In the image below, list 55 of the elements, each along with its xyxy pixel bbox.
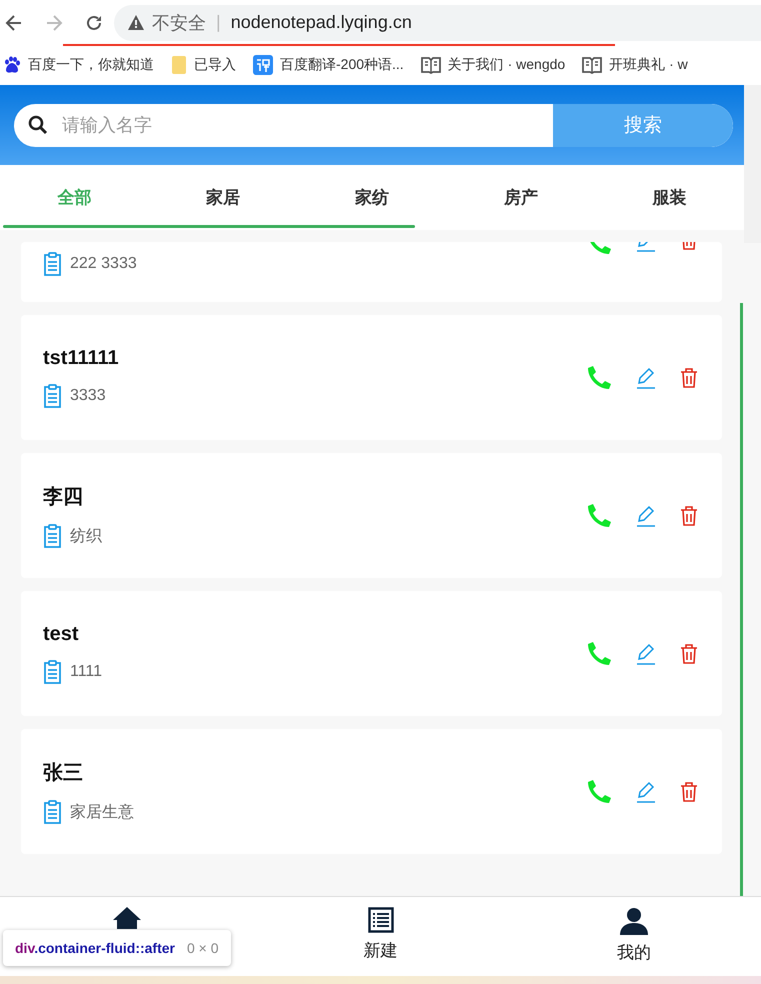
contact-name: tst11111 [43, 347, 120, 370]
phone-icon[interactable] [586, 778, 612, 804]
bookmark[interactable]: 关于我们 · wengdo [420, 56, 566, 74]
folder-icon [171, 55, 187, 75]
nav-label[interactable]: 新建 [364, 939, 398, 962]
url-text[interactable]: nodenotepad.lyqing.cn [230, 12, 412, 33]
back-icon[interactable] [4, 12, 24, 32]
home-icon[interactable] [112, 907, 141, 929]
contact-name: 张三 [43, 761, 84, 786]
book-icon [582, 56, 602, 74]
clipboard-icon [43, 384, 62, 408]
trash-icon[interactable] [680, 506, 698, 526]
contact-name: 李四 [43, 485, 84, 510]
nav-label[interactable]: 我的 [617, 941, 652, 964]
edit-icon[interactable] [636, 504, 656, 526]
category-tab[interactable]: 房产 [446, 165, 596, 230]
clipboard-icon [43, 660, 62, 684]
edit-icon[interactable] [636, 242, 656, 254]
clipboard-icon [43, 252, 62, 276]
translate-icon [253, 55, 273, 75]
security-label: 不安全 [152, 12, 206, 34]
edit-icon[interactable] [636, 366, 656, 388]
contact-note: 222 3333 [70, 255, 137, 273]
bookmark[interactable]: 已导入 [171, 55, 236, 75]
separator: | [216, 12, 221, 33]
warning-icon [128, 15, 144, 30]
contact-note: 家居生意 [70, 802, 134, 822]
clipboard-icon [43, 800, 62, 824]
selector-text: div.container-fluid::after [15, 940, 175, 956]
contact-note: 1111 [70, 663, 102, 681]
edit-icon[interactable] [636, 780, 656, 802]
list-icon[interactable] [368, 907, 394, 933]
trash-icon[interactable] [680, 368, 698, 388]
phone-icon[interactable] [586, 640, 612, 666]
bookmark[interactable]: 百度一下，你就知道 [3, 56, 154, 74]
edit-icon[interactable] [636, 642, 656, 664]
paw-icon [3, 56, 21, 74]
clipboard-icon [43, 524, 62, 548]
search-input[interactable]: 请输入名字 [60, 114, 553, 136]
book-icon [420, 56, 441, 74]
phone-icon[interactable] [586, 364, 612, 390]
bookmark[interactable]: 百度翻译-200种语... [253, 55, 404, 75]
contact-note: 纺织 [70, 526, 102, 546]
contact-name: test [43, 623, 80, 646]
search-icon [28, 115, 48, 135]
category-tab[interactable]: 家纺 [298, 165, 446, 230]
size-text: 0 × 0 [186, 940, 219, 956]
category-tab[interactable]: 服装 [595, 165, 744, 230]
user-icon[interactable] [620, 907, 648, 935]
contact-note: 3333 [70, 387, 106, 405]
phone-icon[interactable] [586, 502, 612, 528]
trash-icon[interactable] [680, 644, 698, 664]
bookmark[interactable]: 开班典礼 · w [582, 56, 688, 74]
category-tab[interactable]: 家居 [148, 165, 298, 230]
trash-icon[interactable] [680, 782, 698, 802]
